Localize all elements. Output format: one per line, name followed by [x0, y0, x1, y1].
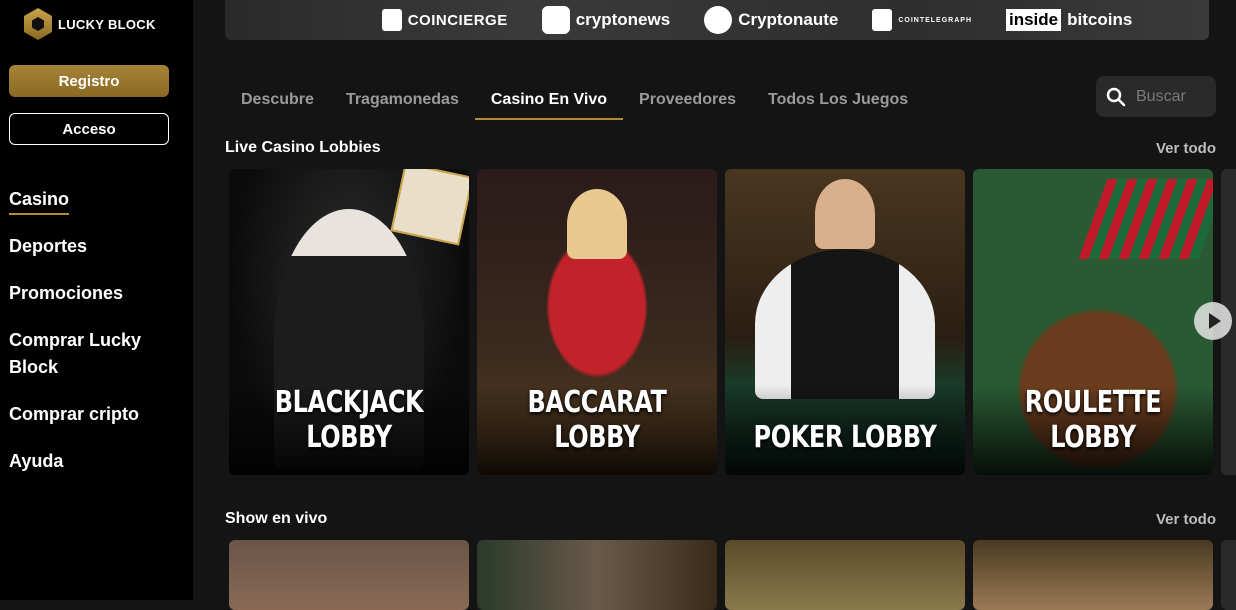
lobby-carousel: BLACKJACK LOBBY BACCARAT LOBBY POKER LOB…	[229, 169, 1213, 475]
tab-casino-en-vivo[interactable]: Casino En Vivo	[474, 80, 624, 120]
playing-card-image	[390, 169, 469, 246]
baccarat-lobby-card[interactable]: BACCARAT LOBBY	[477, 169, 717, 475]
press-logo-cointelegraph: COINTELEGRAPH	[872, 9, 972, 31]
press-logo-coincierge: COINCIERGE	[381, 9, 508, 31]
see-all-shows-link[interactable]: Ver todo	[1156, 511, 1216, 528]
login-button[interactable]: Acceso	[9, 113, 169, 145]
main-content: COINCIERGE cryptonews Cryptonaute COINTE…	[193, 0, 1236, 610]
search-icon	[1106, 87, 1126, 106]
sidebar-item-promociones[interactable]: Promociones	[9, 280, 184, 307]
dealer-figure	[755, 249, 935, 399]
sidebar-item-ayuda[interactable]: Ayuda	[9, 448, 184, 475]
register-button[interactable]: Registro	[9, 65, 169, 97]
brand-logo[interactable]: LUCKY BLOCK	[24, 8, 156, 40]
category-tabs: Descubre Tragamonedas Casino En Vivo Pro…	[225, 80, 924, 120]
search-box[interactable]	[1096, 76, 1216, 117]
see-all-lobbies-link[interactable]: Ver todo	[1156, 140, 1216, 157]
cointelegraph-icon	[872, 9, 893, 31]
roulette-table-layout	[1078, 179, 1213, 259]
sidebar-item-comprar-lucky-block[interactable]: Comprar Lucky Block	[9, 327, 184, 381]
cryptonaute-icon	[704, 6, 733, 34]
press-logo-cryptonews: cryptonews	[541, 6, 670, 34]
tab-proveedores[interactable]: Proveedores	[623, 80, 752, 120]
cryptonews-icon	[541, 6, 570, 34]
roulette-lobby-card[interactable]: ROULETTE LOBBY	[973, 169, 1213, 475]
lucky-block-logo-icon	[24, 8, 52, 40]
card-title: BACCARAT LOBBY	[527, 385, 667, 455]
card-title: POKER LOBBY	[753, 420, 937, 455]
dealer-head	[815, 179, 875, 249]
poker-lobby-card[interactable]: POKER LOBBY	[725, 169, 965, 475]
brand-name: LUCKY BLOCK	[58, 16, 156, 32]
press-logo-insidebitcoins: inside bitcoins	[1006, 9, 1132, 31]
sidebar-item-deportes[interactable]: Deportes	[9, 233, 184, 260]
carousel-next-button[interactable]	[1194, 302, 1232, 340]
press-banner: COINCIERGE cryptonews Cryptonaute COINTE…	[225, 0, 1209, 40]
sidebar: LUCKY BLOCK Registro Acceso Casino Depor…	[0, 0, 193, 600]
tab-todos-los-juegos[interactable]: Todos Los Juegos	[752, 80, 924, 120]
search-input[interactable]	[1136, 87, 1216, 106]
sidebar-nav: Casino Deportes Promociones Comprar Luck…	[9, 186, 184, 495]
sidebar-item-comprar-cripto[interactable]: Comprar cripto	[9, 401, 184, 428]
press-logo-cryptonaute: Cryptonaute	[704, 6, 838, 34]
card-title: BLACKJACK LOBBY	[274, 385, 424, 455]
section-title-live-casino-lobbies: Live Casino Lobbies	[225, 139, 381, 156]
card-title: ROULETTE LOBBY	[1024, 385, 1162, 455]
dealer-head	[567, 189, 627, 259]
section-title-show-en-vivo: Show en vivo	[225, 510, 328, 527]
tab-descubre[interactable]: Descubre	[225, 80, 330, 120]
tab-tragamonedas[interactable]: Tragamonedas	[330, 80, 475, 120]
sidebar-item-casino[interactable]: Casino	[9, 186, 70, 215]
blackjack-lobby-card[interactable]: BLACKJACK LOBBY	[229, 169, 469, 475]
coincierge-icon	[381, 9, 402, 31]
